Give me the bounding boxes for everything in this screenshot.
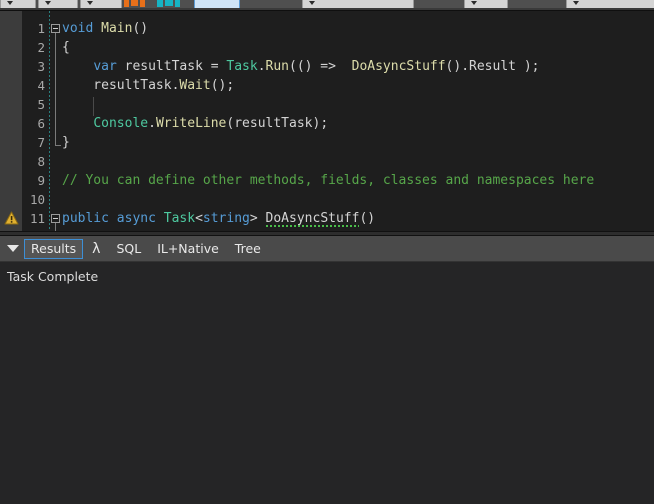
code-token: Console <box>93 116 149 131</box>
code-token: } <box>62 135 70 150</box>
code-token: Result <box>469 59 516 74</box>
code-line[interactable]: // You can define other methods, fields,… <box>49 171 594 190</box>
format-icon[interactable] <box>140 0 145 7</box>
warning-triangle-icon[interactable] <box>4 211 19 225</box>
code-line[interactable]: Console.WriteLine(resultTask); <box>49 114 328 133</box>
code-line[interactable]: { <box>49 228 70 231</box>
code-token: void <box>62 21 94 36</box>
debug-icon[interactable] <box>157 0 163 7</box>
code-token: resultTask <box>234 116 313 131</box>
code-token: async <box>116 211 156 226</box>
linqpad-window: 12345678910111213141516 void Main(){ var… <box>0 0 654 504</box>
code-token: ); <box>516 59 540 74</box>
line-number: 9 <box>37 173 45 188</box>
line-number-gutter: 12345678910111213141516 <box>22 11 49 231</box>
main-toolbar <box>0 0 654 10</box>
line-number: 3 <box>37 59 45 74</box>
line-number: 4 <box>37 78 45 93</box>
code-token: var <box>93 59 117 74</box>
results-output-panel[interactable]: Task Complete <box>0 262 654 504</box>
code-line[interactable] <box>49 152 62 171</box>
code-token: (() => <box>289 59 344 74</box>
line-number: 8 <box>37 154 45 169</box>
chevron-down-icon <box>7 1 13 5</box>
code-token: > <box>249 211 266 226</box>
code-token: string <box>202 211 250 226</box>
code-token: Wait <box>179 78 211 93</box>
code-line[interactable]: void Main() <box>49 19 148 38</box>
code-token: Run <box>265 59 289 74</box>
line-number: 6 <box>37 116 45 131</box>
namespace-icon[interactable] <box>175 0 180 7</box>
code-line[interactable]: public async Task<string> DoAsyncStuff() <box>49 209 375 228</box>
line-number: 2 <box>37 40 45 55</box>
chevron-down-icon <box>87 1 93 5</box>
chevron-down-icon[interactable] <box>4 239 22 259</box>
chevron-down-icon <box>45 1 51 5</box>
code-token: . <box>257 59 266 74</box>
code-token: DoAsyncStuff <box>265 211 360 227</box>
code-token: Main <box>101 21 133 36</box>
code-line[interactable] <box>49 190 62 209</box>
code-token: ); <box>312 116 329 131</box>
code-token: Task <box>163 211 196 226</box>
chevron-down-icon <box>471 1 477 5</box>
run-icon[interactable] <box>124 0 129 7</box>
code-token: DoAsyncStuff <box>343 59 446 74</box>
code-token: (). <box>445 59 470 74</box>
tab-sql[interactable]: SQL <box>109 239 148 259</box>
code-token: . <box>148 116 156 131</box>
stop-icon[interactable] <box>131 0 138 6</box>
editor-left-margin[interactable] <box>0 11 22 231</box>
line-number: 7 <box>37 135 45 150</box>
tab-tree[interactable]: Tree <box>228 239 268 259</box>
code-token: WriteLine <box>155 116 227 131</box>
code-token: < <box>195 211 203 226</box>
tab-il-native[interactable]: IL+Native <box>150 239 226 259</box>
code-token: (); <box>210 78 235 93</box>
chevron-down-icon <box>573 1 579 5</box>
tab-[interactable]: λ <box>85 239 107 259</box>
code-token: () <box>359 211 376 226</box>
code-token: Task <box>226 59 258 74</box>
code-token: { <box>62 230 70 231</box>
code-line[interactable]: resultTask.Wait(); <box>49 76 234 95</box>
code-editor[interactable]: 12345678910111213141516 void Main(){ var… <box>0 10 654 231</box>
line-number: 1 <box>37 21 45 36</box>
code-token: resultTask <box>116 59 211 74</box>
chevron-down-icon <box>309 1 315 5</box>
code-line[interactable]: { <box>49 38 70 57</box>
reference-icon[interactable] <box>165 0 173 6</box>
code-line[interactable]: } <box>49 133 70 152</box>
code-token: // You can define other methods, fields,… <box>62 173 595 188</box>
line-number: 12 <box>22 228 45 231</box>
code-token: = <box>210 59 227 74</box>
code-token: () <box>132 21 149 36</box>
code-text-area[interactable]: void Main(){ var resultTask = Task.Run((… <box>49 11 654 231</box>
line-number: 10 <box>29 192 45 207</box>
code-token: { <box>62 40 70 55</box>
code-line[interactable]: var resultTask = Task.Run(() => DoAsyncS… <box>49 57 539 76</box>
code-token: public <box>62 211 109 226</box>
tab-results[interactable]: Results <box>24 238 84 259</box>
results-tab-bar: Results λ SQL IL+Native Tree <box>0 236 654 262</box>
line-number: 5 <box>37 97 45 112</box>
code-token: resultTask <box>62 78 172 93</box>
results-output-text: Task Complete <box>7 269 99 284</box>
line-number: 11 <box>29 211 45 226</box>
code-line[interactable] <box>49 95 62 114</box>
